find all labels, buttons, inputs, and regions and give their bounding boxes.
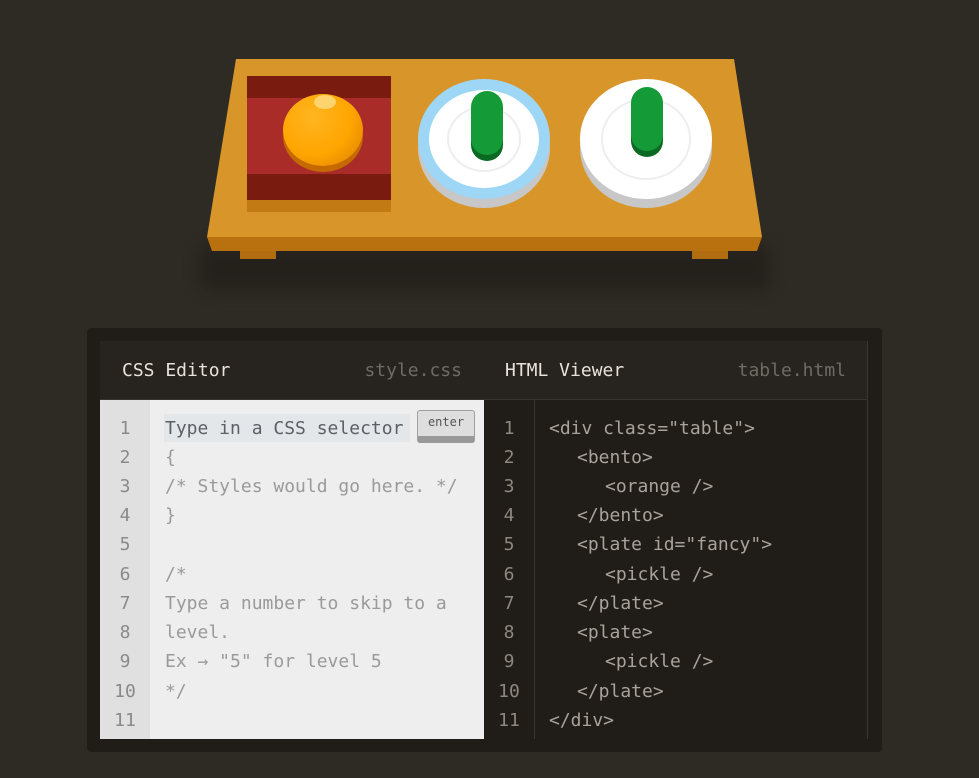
html-filename: table.html [737,359,846,381]
enter-button[interactable]: enter [417,410,475,443]
line-number: 2 [119,447,131,468]
line-number: 1 [119,418,131,439]
panel-edge [867,341,868,739]
line-number: 1 [503,418,515,439]
line-number: 6 [503,564,515,585]
line-number: 4 [119,505,131,526]
html-code-line[interactable]: <orange /> [605,472,713,501]
line-number: 10 [114,681,136,702]
line-number: 11 [114,710,136,731]
css-editor-body[interactable]: enter { /* Styles would go here. */ } /*… [150,400,484,739]
code-line: level. [165,622,231,643]
line-number: 3 [119,476,131,497]
html-code-line[interactable]: </plate> [577,677,664,706]
css-filename: style.css [364,359,462,381]
bento-edge [247,200,391,212]
line-number: 6 [119,564,131,585]
html-code-line[interactable]: <div class="table"> [549,414,755,443]
html-code-line[interactable]: </div> [549,706,614,735]
html-code-line[interactable]: <pickle /> [605,560,713,589]
code-line: { [165,447,176,468]
html-viewer-title: HTML Viewer [505,359,625,381]
html-code-line[interactable]: <plate> [577,618,653,647]
html-code-line[interactable]: <bento> [577,443,653,472]
code-line: } [165,505,176,526]
code-line: Type a number to skip to a [165,593,447,614]
line-number: 9 [119,651,131,672]
html-code-line[interactable]: <pickle /> [605,647,713,676]
line-number: 2 [503,447,515,468]
html-code-line[interactable]: <plate id="fancy"> [577,530,772,559]
css-editor-title: CSS Editor [122,359,231,381]
code-line: /* [165,564,187,585]
orange-shine [314,95,336,109]
line-number: 10 [498,681,520,702]
html-viewer-header: HTML Viewer table.html [484,341,868,399]
pickle-on-fancy-plate[interactable] [471,91,503,155]
css-selector-input[interactable] [164,414,410,442]
line-number: 8 [119,622,131,643]
line-number: 11 [498,710,520,731]
line-number: 9 [503,651,515,672]
line-number: 5 [503,534,515,555]
pickle-on-plate[interactable] [631,87,663,151]
html-line-gutter: 1 2 3 4 5 6 7 8 9 10 11 [484,400,535,739]
code-line: Ex → "5" for level 5 [165,651,382,672]
css-editor-header: CSS Editor style.css [100,341,484,399]
code-line: */ [165,681,187,702]
css-line-gutter: 1 2 3 4 5 6 7 8 9 10 11 [100,400,150,739]
line-number: 4 [503,505,515,526]
code-line: /* Styles would go here. */ [165,476,458,497]
html-code-line[interactable]: </plate> [577,589,664,618]
line-number: 3 [503,476,515,497]
line-number: 5 [119,534,131,555]
line-number: 7 [503,593,515,614]
html-viewer-body: <div class="table"> <bento> <orange /> <… [535,400,868,739]
html-code-line[interactable]: </bento> [577,501,664,530]
game-scene [0,0,979,320]
line-number: 8 [503,622,515,643]
line-number: 7 [119,593,131,614]
